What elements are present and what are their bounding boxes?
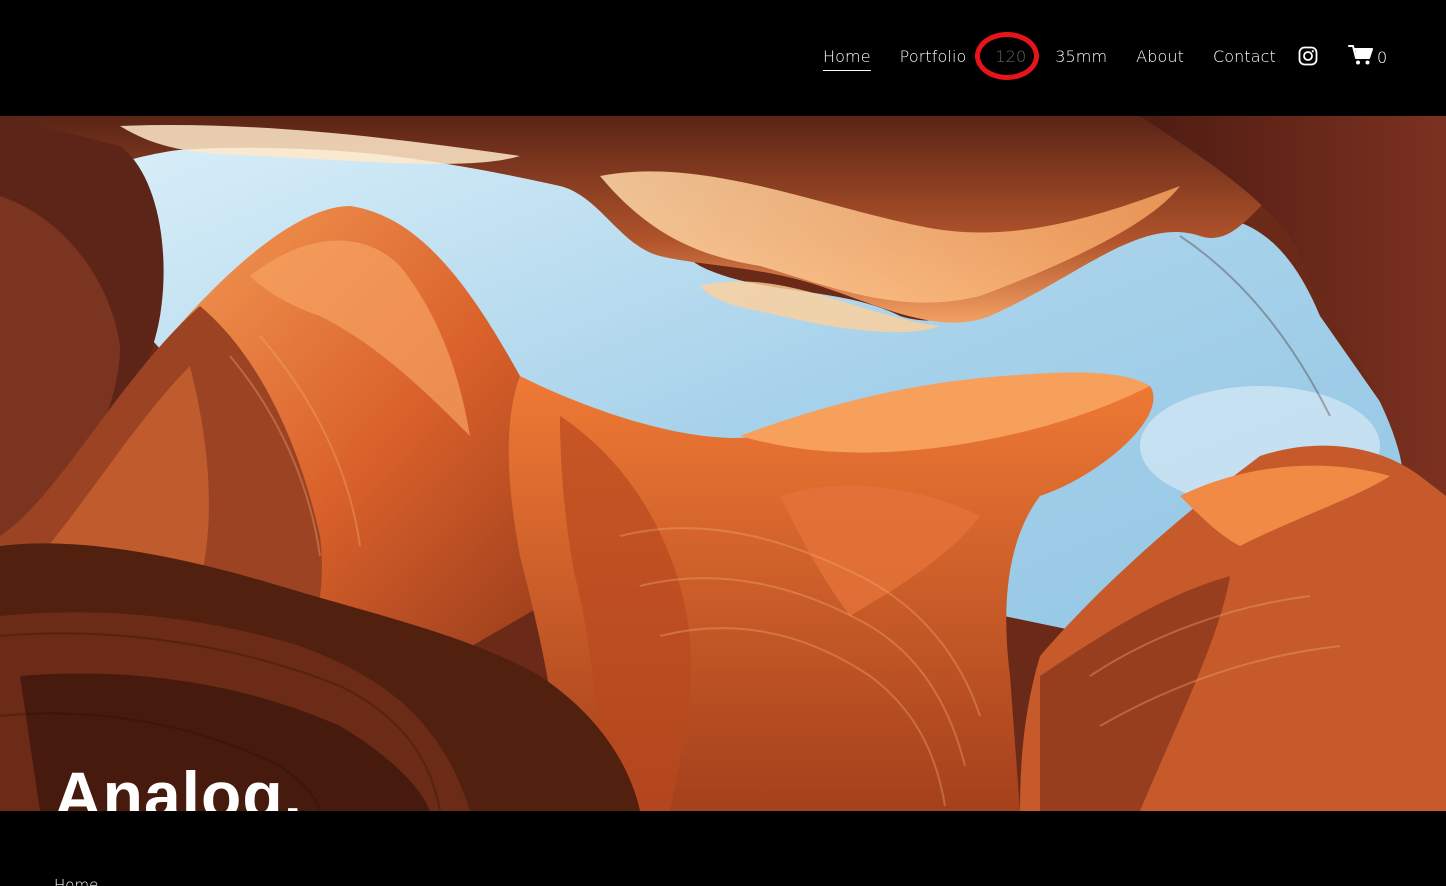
cart-icon <box>1348 44 1374 71</box>
breadcrumb[interactable]: Home <box>54 876 98 886</box>
nav-about[interactable]: About <box>1136 45 1184 69</box>
nav-120[interactable]: 120 <box>995 45 1026 69</box>
canyon-photo <box>0 116 1446 811</box>
instagram-icon[interactable] <box>1298 46 1318 66</box>
nav-contact[interactable]: Contact <box>1213 45 1276 69</box>
site-header: Home Portfolio 120 35mm About Contact 0 <box>0 0 1446 116</box>
nav-portfolio[interactable]: Portfolio <box>900 45 967 69</box>
nav-home[interactable]: Home <box>823 45 871 71</box>
nav-120-wrapper: 120 <box>975 32 1040 80</box>
cart-count: 0 <box>1377 47 1388 67</box>
hero-banner: Analog. <box>0 116 1446 811</box>
main-nav: Home Portfolio 120 35mm About Contact <box>823 32 1276 80</box>
nav-35mm[interactable]: 35mm <box>1055 45 1107 69</box>
cart-button[interactable]: 0 <box>1348 44 1387 70</box>
hero-title: Analog. <box>54 758 303 811</box>
